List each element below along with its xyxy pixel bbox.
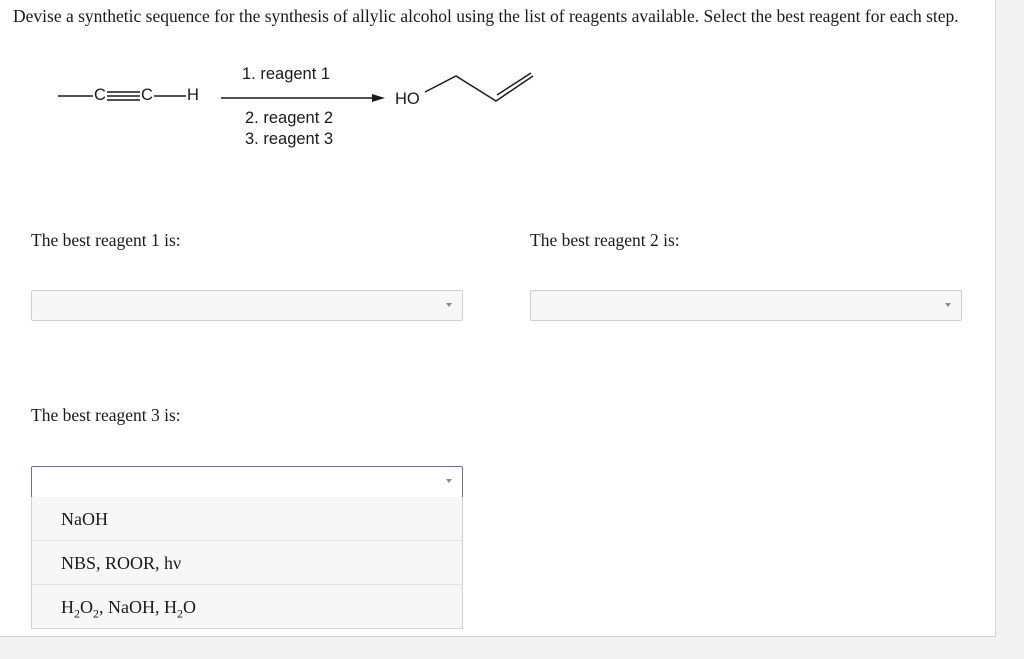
product-double-bond (496, 72, 532, 96)
reagent-2-select[interactable] (530, 290, 962, 321)
dropdown-option-naoh[interactable]: NaOH (32, 497, 462, 541)
step-1-label: 1. reagent 1 (242, 65, 331, 83)
question-text: Devise a synthetic sequence for the synt… (13, 6, 959, 26)
reactant-carbon-1: C (94, 86, 106, 104)
reagent-1-select[interactable] (31, 290, 463, 321)
product-hydroxyl-label: HO (395, 90, 420, 108)
reaction-arrow-head (372, 94, 385, 102)
caret-down-icon (446, 479, 452, 483)
dropdown-option-hydroperoxide[interactable]: H2O2, NaOH, H2O (32, 585, 462, 629)
caret-down-icon (945, 303, 951, 307)
reagent-3-prompt: The best reagent 3 is: (31, 405, 181, 425)
option-3-text-h: H (61, 597, 74, 617)
reaction-scheme: C C H 1. reagent 1 2. reagent 2 3. reage… (50, 60, 570, 160)
product-skeleton (424, 75, 534, 102)
reactant-hydrogen: H (187, 86, 199, 104)
reactant-carbon-2: C (141, 86, 153, 104)
reagent-2-prompt: The best reagent 2 is: (530, 230, 680, 250)
step-3-label: 3. reagent 3 (245, 130, 334, 148)
reagent-1-prompt: The best reagent 1 is: (31, 230, 181, 250)
option-3-text-o-end: O (183, 597, 196, 617)
question-panel: Devise a synthetic sequence for the synt… (0, 0, 996, 637)
step-2-label: 2. reagent 2 (245, 109, 334, 127)
reagent-3-dropdown-list: NaOH NBS, ROOR, hν H2O2, NaOH, H2O (31, 497, 463, 629)
option-3-text-naoh-h: , NaOH, H (99, 597, 177, 617)
dropdown-option-nbs[interactable]: NBS, ROOR, hν (32, 541, 462, 585)
caret-down-icon (446, 303, 452, 307)
option-3-text-o: O (80, 597, 93, 617)
reagent-3-select[interactable] (31, 466, 463, 498)
